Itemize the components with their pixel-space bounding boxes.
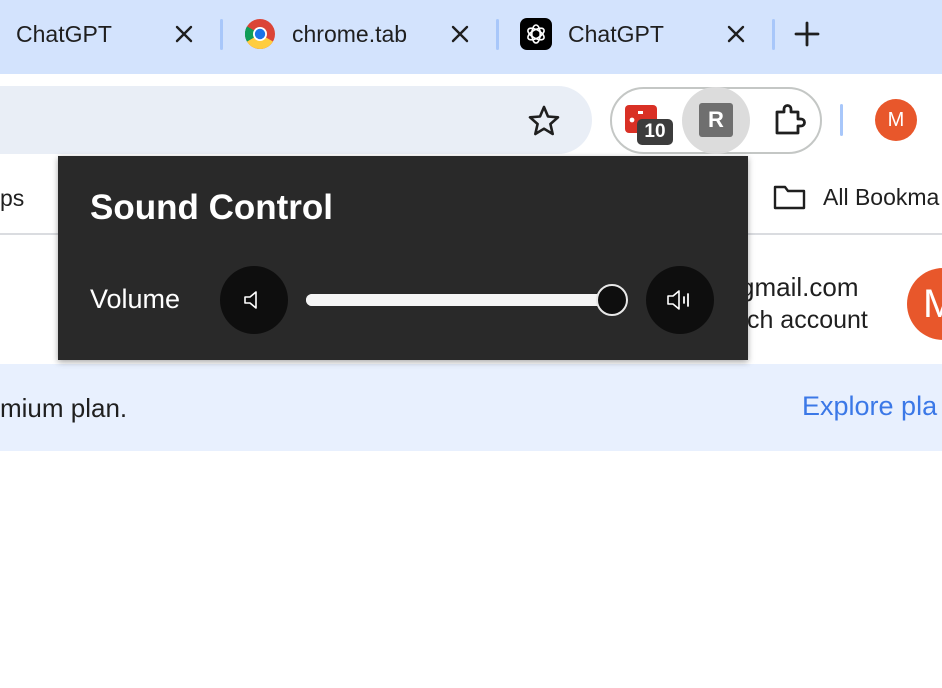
tab-title: ChatGPT bbox=[16, 21, 112, 47]
profile-avatar-button[interactable]: M bbox=[875, 99, 917, 141]
all-bookmarks-label: All Bookma bbox=[823, 183, 940, 210]
explore-plans-link[interactable]: Explore pla bbox=[802, 391, 937, 422]
volume-label: Volume bbox=[90, 284, 181, 314]
volume-down-button[interactable] bbox=[220, 266, 288, 334]
account-email: gmail.com bbox=[740, 272, 859, 302]
r-extension-icon: R bbox=[699, 103, 733, 137]
sound-control-popup: Sound Control Volume bbox=[58, 156, 748, 360]
tab-chatgpt-2[interactable]: ChatGPT bbox=[504, 0, 766, 68]
banner-text: mium plan. bbox=[0, 393, 128, 423]
toolbar-separator bbox=[840, 104, 843, 136]
tab-strip: ChatGPT chrome.tab ChatGPT bbox=[0, 0, 942, 74]
promo-banner bbox=[0, 364, 942, 451]
close-icon[interactable] bbox=[169, 19, 199, 49]
calendar-extension-button[interactable]: 10 bbox=[616, 93, 673, 147]
tab-title: ChatGPT bbox=[568, 21, 664, 47]
bookmark-star-icon[interactable] bbox=[525, 102, 563, 140]
r-extension-button[interactable]: R bbox=[689, 93, 743, 147]
new-tab-button[interactable] bbox=[790, 17, 824, 51]
volume-slider-thumb[interactable] bbox=[596, 284, 628, 316]
speaker-high-icon bbox=[667, 290, 689, 310]
folder-icon bbox=[773, 185, 806, 210]
speaker-low-icon bbox=[244, 291, 257, 309]
tab-separator bbox=[772, 19, 775, 50]
close-icon[interactable] bbox=[445, 19, 475, 49]
extensions-menu-button[interactable] bbox=[762, 93, 816, 147]
volume-up-button[interactable] bbox=[646, 266, 714, 334]
tab-title: chrome.tab bbox=[292, 21, 408, 47]
openai-icon bbox=[520, 18, 552, 50]
close-icon[interactable] bbox=[721, 19, 751, 49]
chrome-icon bbox=[244, 18, 276, 55]
tab-separator bbox=[496, 19, 499, 50]
switch-account-link[interactable]: tch account bbox=[740, 306, 868, 335]
volume-slider-fill bbox=[306, 294, 612, 306]
all-bookmarks-button[interactable]: All Bookma bbox=[773, 183, 939, 211]
puzzle-icon bbox=[775, 104, 806, 135]
account-avatar[interactable]: M bbox=[907, 268, 942, 340]
address-bar[interactable] bbox=[0, 86, 592, 154]
tab-separator bbox=[220, 19, 223, 50]
plus-icon bbox=[794, 21, 820, 47]
volume-slider[interactable] bbox=[306, 284, 628, 316]
badge-count: 10 bbox=[637, 119, 673, 145]
tab-chatgpt-1[interactable]: ChatGPT bbox=[0, 0, 210, 68]
tab-chrome-tab[interactable]: chrome.tab bbox=[228, 0, 488, 68]
popup-title: Sound Control bbox=[90, 188, 334, 227]
bookmark-item[interactable]: ps bbox=[0, 185, 24, 212]
